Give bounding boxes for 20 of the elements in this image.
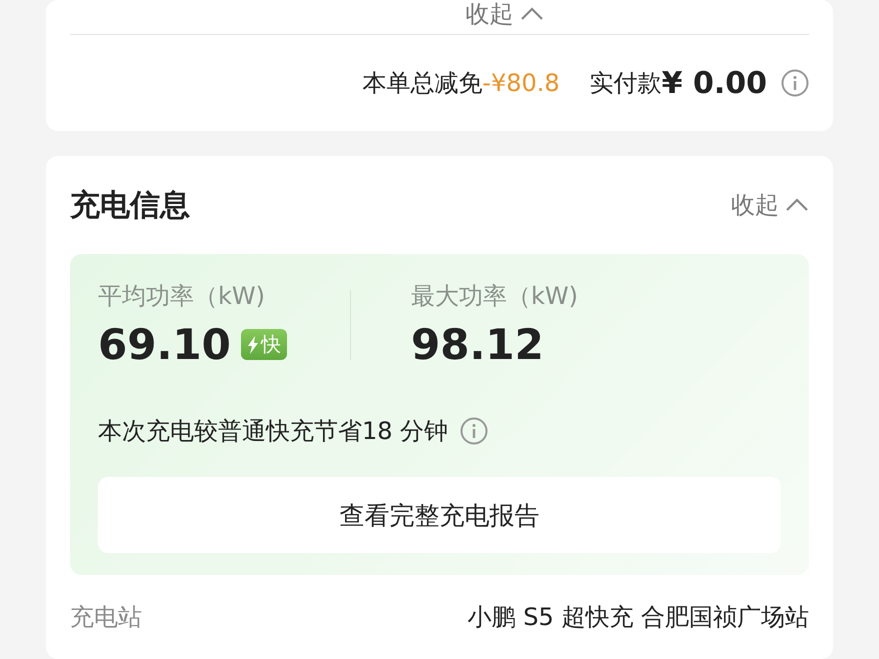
report-button[interactable]: 查看完整充电报告 xyxy=(98,477,781,553)
paid-label: 实付款 xyxy=(590,68,662,99)
fast-badge: 快 xyxy=(240,329,287,360)
stat-label: 最大功率（kW) xyxy=(411,281,579,312)
discount-label: 本单总减免 xyxy=(362,68,482,99)
collapse-button[interactable]: 收起 xyxy=(466,0,544,30)
info-icon[interactable] xyxy=(781,69,809,97)
chevron-icon xyxy=(785,198,809,212)
savings-text: 本次充电较普通快充节省18 分钟 xyxy=(98,416,448,447)
chevron-icon xyxy=(520,7,544,21)
stat-label: 平均功率（kW) xyxy=(98,281,266,312)
collapse-button[interactable]: 收起 xyxy=(731,189,809,221)
info-icon[interactable] xyxy=(460,417,488,445)
stat-value: 69.10 xyxy=(98,320,231,369)
paid-amount: ¥ 0.00 xyxy=(662,66,767,100)
stat-value: 98.12 xyxy=(411,320,544,369)
station-name: 小鹏 S5 超快充 合肥国祯广场站 xyxy=(468,602,809,633)
station-label: 充电站 xyxy=(70,602,142,633)
section-title: 充电信息 xyxy=(70,186,190,224)
discount-amount: -¥80.8 xyxy=(482,69,560,97)
